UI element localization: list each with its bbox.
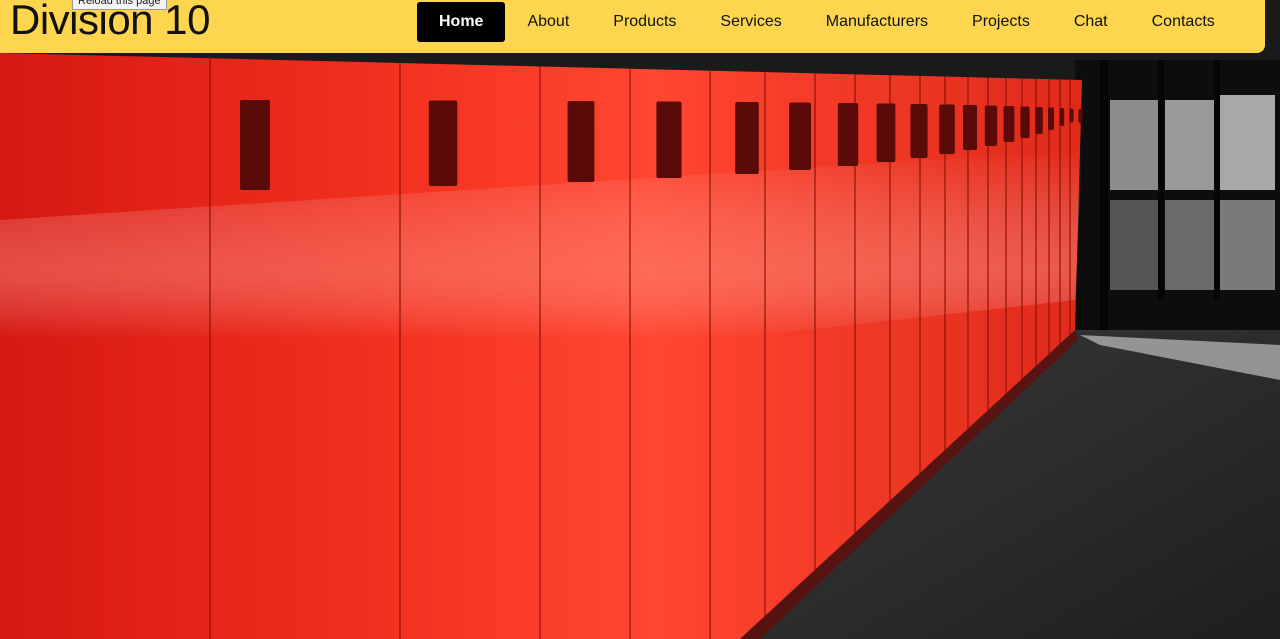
nav-item-services[interactable]: Services <box>698 2 803 42</box>
nav-item-contacts[interactable]: Contacts <box>1130 2 1237 42</box>
hero-image-red-lockers <box>0 0 1280 639</box>
reload-tooltip: Reload this page <box>72 0 167 10</box>
nav-item-products[interactable]: Products <box>591 2 698 42</box>
nav-item-home[interactable]: Home <box>417 2 506 42</box>
nav-item-manufacturers[interactable]: Manufacturers <box>804 2 950 42</box>
nav-item-projects[interactable]: Projects <box>950 2 1052 42</box>
main-nav: Home About Products Services Manufacturers Pr… <box>417 2 1237 42</box>
nav-item-about[interactable]: About <box>505 2 591 42</box>
site-header: Division 10 Home About Products Services Man… <box>0 0 1265 53</box>
nav-item-chat[interactable]: Chat <box>1052 2 1130 42</box>
